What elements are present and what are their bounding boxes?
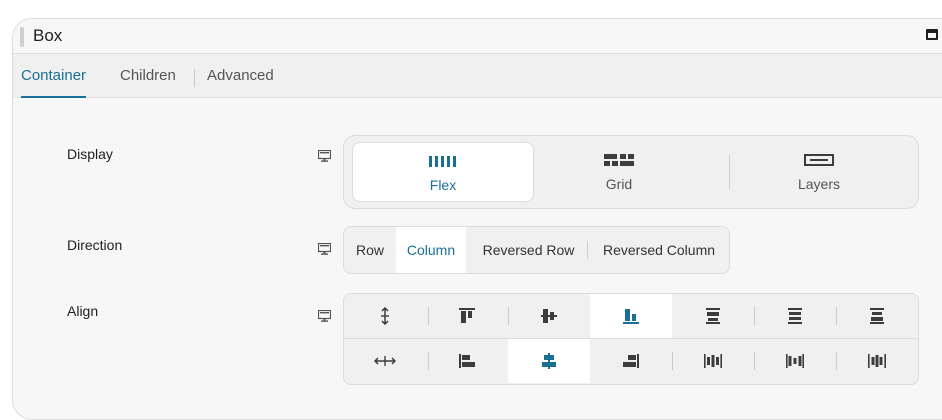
align-top-button[interactable] — [426, 294, 508, 338]
desktop-icon[interactable] — [318, 150, 331, 162]
display-option-layers[interactable]: Layers — [744, 142, 894, 200]
desktop-icon[interactable] — [318, 310, 331, 322]
space-evenly-icon — [868, 354, 886, 368]
justify-end-vertical-icon — [870, 308, 884, 324]
space-around-button[interactable] — [754, 339, 836, 383]
display-selector: Flex Grid Layers — [343, 135, 919, 209]
align-stretch-vertical-icon — [381, 307, 389, 325]
grid-icon — [604, 153, 634, 169]
tab-container[interactable]: Container — [21, 54, 87, 98]
title-accent — [20, 27, 24, 47]
layers-label: Layers — [797, 176, 841, 192]
align-left-icon — [459, 354, 475, 368]
direction-divider — [587, 241, 588, 259]
justify-center-vertical-button[interactable] — [754, 294, 836, 338]
align-middle-button[interactable] — [508, 294, 590, 338]
flex-icon — [429, 154, 457, 170]
align-middle-icon — [541, 309, 557, 323]
direction-reversed-row[interactable]: Reversed Row — [470, 227, 587, 273]
align-center-icon — [542, 353, 556, 369]
space-between-icon — [704, 354, 722, 368]
align-bottom-icon — [623, 309, 639, 324]
maximize-icon[interactable] — [926, 29, 938, 40]
display-label: Display — [67, 146, 113, 162]
direction-row[interactable]: Row — [344, 227, 396, 273]
justify-start-vertical-icon — [706, 308, 720, 324]
align-label: Align — [67, 303, 99, 319]
direction-selector: Row Column Reversed Row Reversed Column — [343, 226, 730, 274]
panel-title: Box — [33, 26, 63, 45]
justify-start-vertical-button[interactable] — [672, 294, 754, 338]
align-bottom-button[interactable] — [590, 294, 672, 338]
align-right-button[interactable] — [590, 339, 672, 383]
display-option-flex[interactable]: Flex — [352, 142, 534, 202]
align-selector — [343, 293, 919, 385]
space-between-button[interactable] — [672, 339, 754, 383]
direction-label: Direction — [67, 237, 123, 253]
tab-children[interactable]: Children — [120, 54, 176, 97]
align-stretch-vertical-button[interactable] — [344, 294, 426, 338]
display-divider — [729, 155, 730, 189]
direction-column[interactable]: Column — [396, 227, 466, 273]
box-panel: Box Container Children Advanced Display … — [12, 18, 942, 420]
justify-center-vertical-icon — [788, 308, 802, 324]
align-center-button[interactable] — [508, 339, 590, 383]
display-option-grid[interactable]: Grid — [544, 142, 694, 200]
space-evenly-button[interactable] — [836, 339, 918, 383]
tab-divider — [194, 69, 195, 87]
panel-header[interactable]: Box — [13, 19, 942, 54]
align-stretch-horizontal-icon — [374, 356, 396, 366]
align-stretch-horizontal-button[interactable] — [344, 339, 426, 383]
align-right-icon — [623, 354, 639, 368]
space-around-icon — [786, 354, 804, 368]
desktop-icon[interactable] — [318, 243, 331, 255]
flex-label: Flex — [429, 177, 457, 193]
align-left-button[interactable] — [426, 339, 508, 383]
justify-end-vertical-button[interactable] — [836, 294, 918, 338]
direction-reversed-column[interactable]: Reversed Column — [590, 227, 728, 273]
layers-icon — [804, 153, 834, 169]
align-top-icon — [459, 308, 475, 323]
tab-bar: Container Children Advanced — [13, 54, 942, 98]
tab-advanced[interactable]: Advanced — [207, 54, 274, 97]
grid-label: Grid — [605, 176, 633, 192]
